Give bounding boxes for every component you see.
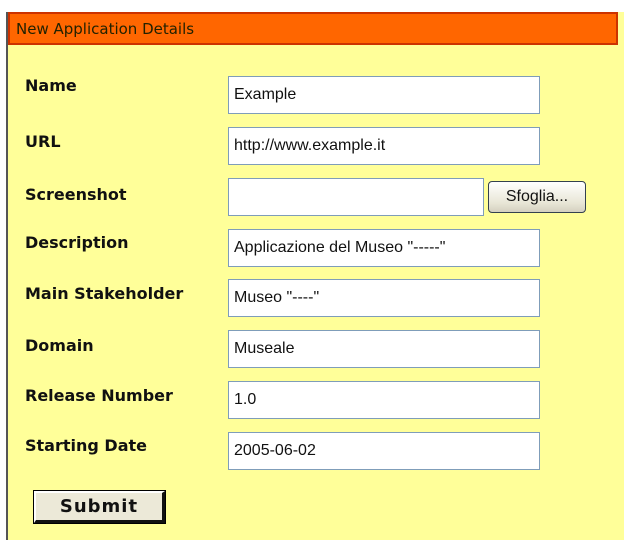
name-label: Name <box>25 76 77 95</box>
release-number-field[interactable] <box>228 381 540 419</box>
screenshot-label: Screenshot <box>25 185 127 204</box>
domain-field[interactable] <box>228 330 540 368</box>
application-form-panel: New Application Details Name URL Screens… <box>6 12 624 540</box>
url-field[interactable] <box>228 127 540 165</box>
screenshot-file-field[interactable] <box>228 178 484 216</box>
domain-label: Domain <box>25 336 94 355</box>
main-stakeholder-field[interactable] <box>228 279 540 317</box>
release-number-label: Release Number <box>25 386 173 405</box>
panel-title: New Application Details <box>16 20 195 38</box>
starting-date-field[interactable] <box>228 432 540 470</box>
description-label: Description <box>25 233 129 252</box>
url-label: URL <box>25 132 61 151</box>
starting-date-label: Starting Date <box>25 436 147 455</box>
name-field[interactable] <box>228 76 540 114</box>
main-stakeholder-label: Main Stakeholder <box>25 284 184 303</box>
browse-button[interactable]: Sfoglia... <box>488 181 586 213</box>
description-field[interactable] <box>228 229 540 267</box>
submit-button[interactable]: Submit <box>33 490 166 524</box>
panel-header: New Application Details <box>8 12 618 45</box>
